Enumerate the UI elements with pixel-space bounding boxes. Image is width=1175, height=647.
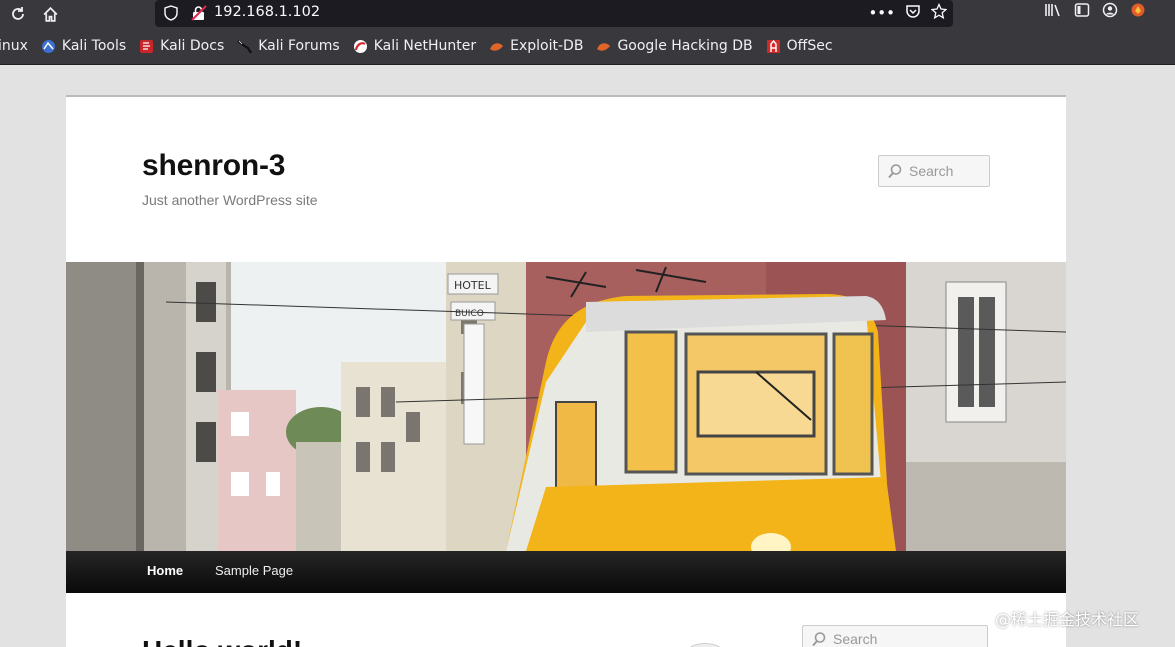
- main-navigation: Home Sample Page: [66, 551, 1066, 593]
- pocket-icon[interactable]: [905, 3, 921, 23]
- search-icon: [811, 631, 827, 647]
- watermark-text: @稀土掘金技术社区: [995, 610, 1140, 629]
- nav-item-home[interactable]: Home: [147, 563, 183, 578]
- bookmark-star-icon[interactable]: [930, 2, 948, 23]
- wordpress-page: shenron-3 Just another WordPress site Se…: [66, 95, 1066, 647]
- bookmark-item[interactable]: Kali Forums: [237, 38, 340, 54]
- nav-item-sample-page[interactable]: Sample Page: [215, 563, 293, 578]
- bookmark-label: Kali Forums: [258, 38, 340, 54]
- browser-toolbar: 192.168.1.102 •••: [0, 0, 1175, 28]
- search-placeholder: Search: [833, 631, 878, 647]
- kali-forums-icon: [237, 39, 253, 54]
- site-description: Just another WordPress site: [142, 192, 318, 208]
- header-search-input[interactable]: Search: [878, 155, 990, 187]
- bookmark-item[interactable]: Kali Docs: [139, 38, 224, 54]
- home-icon[interactable]: [38, 2, 62, 26]
- kali-nethunter-icon: [353, 39, 368, 54]
- kali-tools-icon: [41, 39, 56, 54]
- site-title[interactable]: shenron-3: [142, 149, 285, 183]
- svg-text:BUICO: BUICO: [455, 309, 484, 319]
- bookmark-label: Kali NetHunter: [373, 38, 477, 54]
- tram-street-photo: HOTEL BUICO: [66, 262, 1066, 551]
- kali-docs-icon: [139, 39, 154, 54]
- header-image: HOTEL BUICO: [66, 262, 1066, 551]
- bookmarks-toolbar: inux Kali Tools Kali Docs Kali Forums Ka…: [0, 28, 1175, 65]
- tracking-protection-shield-icon[interactable]: [164, 5, 178, 21]
- exploit-db-icon: [489, 39, 504, 54]
- reload-icon[interactable]: [6, 2, 30, 26]
- comment-count-bubble[interactable]: [686, 643, 724, 647]
- bookmark-item[interactable]: Exploit-DB: [489, 38, 583, 54]
- bookmark-item[interactable]: inux: [0, 38, 28, 54]
- toolbar-right-icons: [1044, 2, 1146, 22]
- bookmark-label: OffSec: [786, 38, 833, 54]
- sidebar-icon[interactable]: [1074, 2, 1090, 22]
- svg-text:HOTEL: HOTEL: [454, 279, 492, 292]
- bookmark-label: inux: [0, 38, 28, 54]
- post-title[interactable]: Hello world!: [142, 635, 302, 647]
- bookmark-item[interactable]: Kali Tools: [41, 38, 126, 54]
- bookmark-item[interactable]: OffSec: [766, 38, 833, 54]
- sidebar-search-input[interactable]: Search: [802, 625, 988, 647]
- bookmark-label: Exploit-DB: [510, 38, 584, 54]
- url-bar[interactable]: 192.168.1.102 •••: [155, 0, 953, 27]
- insecure-lock-icon[interactable]: [191, 5, 207, 21]
- library-icon[interactable]: [1044, 2, 1062, 22]
- bookmark-label: Kali Docs: [160, 38, 225, 54]
- bookmark-item[interactable]: Google Hacking DB: [596, 38, 753, 54]
- bookmark-item[interactable]: Kali NetHunter: [353, 38, 476, 54]
- more-actions-icon[interactable]: •••: [868, 4, 895, 22]
- bookmark-label: Google Hacking DB: [617, 38, 753, 54]
- url-text[interactable]: 192.168.1.102: [214, 4, 320, 20]
- extension-icon[interactable]: [1130, 2, 1146, 22]
- search-placeholder: Search: [909, 163, 954, 179]
- ghdb-icon: [596, 39, 611, 54]
- search-icon: [887, 163, 903, 179]
- account-icon[interactable]: [1102, 2, 1118, 22]
- bookmark-label: Kali Tools: [61, 38, 127, 54]
- url-bar-actions: •••: [868, 2, 948, 23]
- offsec-icon: [766, 39, 781, 54]
